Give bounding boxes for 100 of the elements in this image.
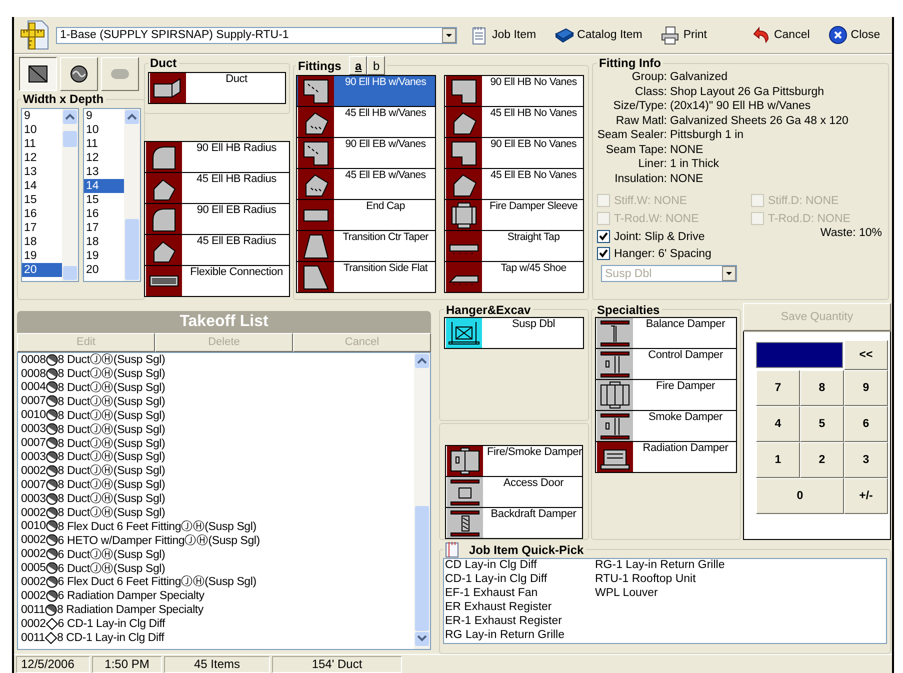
fitting-item[interactable]: Transition Ctr Taper	[296, 231, 436, 262]
quick-pick-item[interactable]: CD-1 Lay-in Clg Diff	[445, 572, 595, 587]
takeoff-entry[interactable]: 8 DuctⒿⒽ(Susp Sgl)	[58, 449, 166, 464]
size-list-item[interactable]: 11	[84, 137, 124, 151]
size-list-item[interactable]: 16	[84, 207, 124, 221]
specialty-item[interactable]: Fire Damper	[595, 380, 737, 411]
takeoff-entry[interactable]: 8 DuctⒿⒽ(Susp Sgl)	[58, 463, 166, 478]
takeoff-entry[interactable]: 8 DuctⒿⒽ(Susp Sgl)	[58, 491, 166, 506]
fitting-item[interactable]: 45 Ell HB No Vanes	[444, 107, 584, 138]
toolbar-button[interactable]: Close	[822, 25, 886, 45]
takeoff-entry[interactable]: 8 DuctⒿⒽ(Susp Sgl)	[58, 436, 166, 451]
specialty-item[interactable]: Control Damper	[595, 348, 737, 380]
checkbox[interactable]	[597, 230, 610, 243]
fitting-item[interactable]: Flexible Connection	[144, 266, 290, 297]
size-list-item[interactable]: 19	[22, 249, 62, 263]
size-list-item[interactable]: 10	[22, 123, 62, 137]
fitting-item[interactable]: 45 Ell EB w/Vanes	[296, 169, 436, 200]
size-list-item[interactable]: 15	[84, 193, 124, 207]
quick-pick-item[interactable]: RG Lay-in Return Grille	[445, 628, 595, 643]
toolbar-button[interactable]: Print	[654, 25, 713, 45]
size-list-item[interactable]: 17	[22, 221, 62, 235]
takeoff-entry[interactable]: 8 CD-1 Lay-in Clg Diff	[56, 632, 164, 644]
takeoff-entry[interactable]: 6 Flex Duct 6 Feet FittingⒿⒽ(Susp Sgl)	[58, 574, 256, 590]
keypad-key[interactable]: 6	[844, 406, 888, 442]
keypad-key[interactable]: 4	[756, 406, 800, 442]
fitting-item[interactable]: 45 Ell HB Radius	[144, 173, 290, 204]
takeoff-entry[interactable]: 8 DuctⒿⒽ(Susp Sgl)	[58, 366, 166, 382]
tab[interactable]: a	[349, 56, 368, 75]
keypad-key[interactable]: 2	[800, 442, 844, 478]
size-list-item[interactable]: 10	[84, 123, 124, 137]
fitting-item[interactable]: 90 Ell HB w/Vanes	[296, 75, 436, 107]
takeoff-entry[interactable]: 6 DuctⒿⒽ(Susp Sgl)	[58, 560, 166, 576]
toolbar-button[interactable]: Cancel	[744, 25, 816, 45]
size-list-item[interactable]: 12	[84, 151, 124, 165]
keypad-key[interactable]: 7	[756, 370, 800, 406]
fitting-item[interactable]: 90 Ell HB Radius	[144, 141, 290, 173]
specialty-item[interactable]: Radiation Damper	[595, 442, 737, 473]
specialty-item[interactable]: Balance Damper	[595, 316, 737, 349]
size-listbox[interactable]: 9 10 11 12 13 14 15 16 17 18 19 20	[83, 108, 141, 282]
fitting-item[interactable]: 90 Ell HB No Vanes	[444, 75, 584, 107]
size-list-item[interactable]: 13	[22, 165, 62, 179]
checkbox[interactable]	[597, 247, 610, 260]
fitting-item[interactable]: Tap w/45 Shoe	[444, 262, 584, 293]
accessory-item[interactable]: Access Door	[445, 476, 583, 508]
keypad-key[interactable]: 5	[800, 406, 844, 442]
size-list-item[interactable]: 12	[22, 151, 62, 165]
keypad-key[interactable]: 9	[844, 370, 888, 406]
keypad-key[interactable]: 1	[756, 442, 800, 478]
size-list-item[interactable]: 17	[84, 221, 124, 235]
takeoff-entry[interactable]: 6 Radiation Damper Specialty	[58, 590, 204, 602]
quick-pick-item[interactable]: RTU-1 Rooftop Unit	[595, 572, 795, 587]
takeoff-entry[interactable]: 8 Radiation Damper Specialty	[56, 604, 204, 616]
shape-toggle-button[interactable]	[19, 57, 57, 91]
keypad-key[interactable]: +/-	[844, 478, 888, 514]
fitting-item[interactable]: Fire Damper Sleeve	[444, 200, 584, 231]
fitting-item[interactable]: 45 Ell EB Radius	[144, 235, 290, 266]
fitting-item[interactable]: 90 Ell EB w/Vanes	[296, 138, 436, 169]
quick-pick-item[interactable]: CD Lay-in Clg Diff	[445, 558, 595, 573]
quick-pick-item[interactable]: ER-1 Exhaust Register	[445, 614, 595, 629]
size-list-item[interactable]: 14	[22, 179, 62, 193]
quick-pick-item[interactable]: EF-1 Exhaust Fan	[445, 586, 595, 601]
quick-pick-item[interactable]: RG-1 Lay-in Return Grille	[595, 558, 795, 573]
size-list-item[interactable]: 20	[22, 263, 62, 277]
takeoff-entry[interactable]: 8 DuctⒿⒽ(Susp Sgl)	[58, 408, 166, 423]
size-list-item[interactable]: 16	[22, 207, 62, 221]
hanger-item[interactable]: Susp Dbl	[444, 316, 584, 349]
fitting-item[interactable]: 90 Ell EB Radius	[144, 204, 290, 235]
size-list-item[interactable]: 15	[22, 193, 62, 207]
accessory-item[interactable]: Backdraft Damper	[445, 508, 583, 539]
keypad-key[interactable]: <<	[844, 340, 888, 370]
size-list-item[interactable]: 20	[84, 263, 124, 277]
quick-pick-item[interactable]: WPL Louver	[595, 586, 795, 601]
takeoff-entry[interactable]: 8 DuctⒿⒽ(Susp Sgl)	[58, 394, 166, 409]
size-list-item[interactable]: 14	[84, 179, 124, 193]
fitting-item[interactable]: 45 Ell EB No Vanes	[444, 169, 584, 200]
fitting-item[interactable]: Straight Tap	[444, 231, 584, 262]
fitting-item[interactable]: 90 Ell EB No Vanes	[444, 138, 584, 169]
keypad-key[interactable]: 8	[800, 370, 844, 406]
takeoff-entry[interactable]: 8 Flex Duct 6 Feet FittingⒿⒽ(Susp Sgl)	[58, 518, 256, 534]
specialty-item[interactable]: Smoke Damper	[595, 410, 737, 442]
size-list-item[interactable]: 18	[84, 235, 124, 249]
fitting-item[interactable]: Transition Side Flat	[296, 262, 436, 293]
size-list-item[interactable]: 9	[22, 109, 62, 123]
takeoff-entry[interactable]: 8 DuctⒿⒽ(Susp Sgl)	[58, 352, 166, 368]
scrollbar-icon[interactable]	[62, 109, 78, 281]
scrollbar-icon[interactable]	[124, 109, 140, 281]
keypad-key[interactable]: 3	[844, 442, 888, 478]
takeoff-entry[interactable]: 8 DuctⒿⒽ(Susp Sgl)	[58, 505, 166, 520]
takeoff-entry[interactable]: 8 DuctⒿⒽ(Susp Sgl)	[58, 380, 166, 395]
scrollbar-icon[interactable]	[414, 352, 430, 649]
accessory-item[interactable]: Fire/Smoke Damper	[445, 444, 583, 477]
size-list-item[interactable]: 11	[22, 137, 62, 151]
keypad-key[interactable]: 0	[756, 478, 844, 514]
toolbar-button[interactable]: Job Item	[463, 25, 542, 45]
fitting-item[interactable]: End Cap	[296, 200, 436, 231]
item-combo[interactable]: 1-Base (SUPPLY SPIRSNAP) Supply-RTU-1	[56, 26, 457, 44]
fitting-item[interactable]: Duct	[148, 72, 286, 104]
takeoff-entry[interactable]: 8 DuctⒿⒽ(Susp Sgl)	[58, 422, 166, 437]
takeoff-entry[interactable]: 6 DuctⒿⒽ(Susp Sgl)	[58, 546, 166, 562]
takeoff-entry[interactable]: 6 HETO w/Damper FittingⒿⒽ(Susp Sgl)	[58, 532, 260, 548]
